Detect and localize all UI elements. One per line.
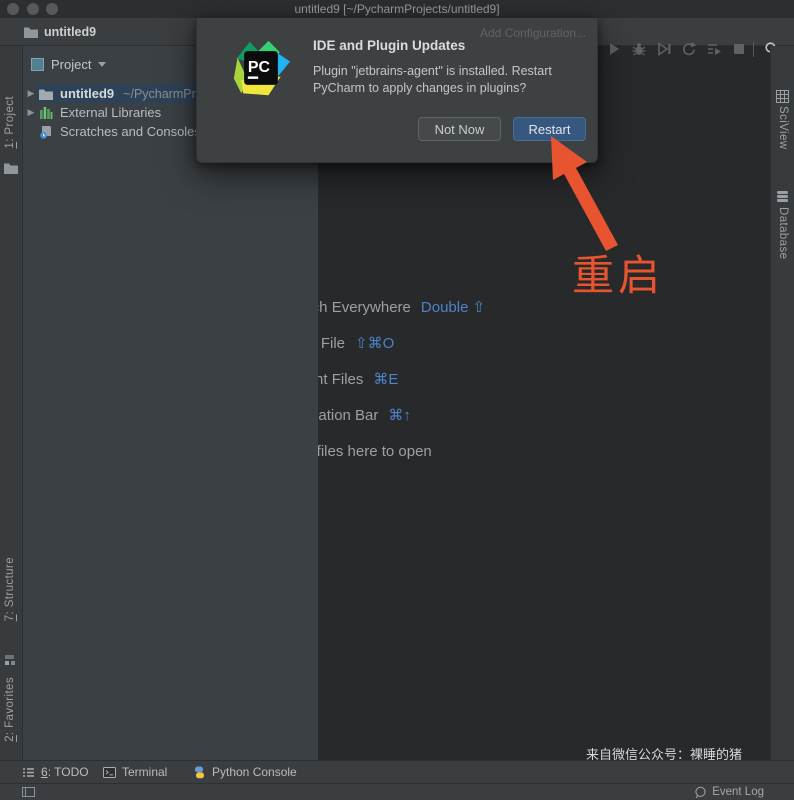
chevron-down-icon (98, 62, 106, 67)
logo-text: PC (248, 59, 271, 76)
breadcrumb[interactable]: untitled9 (24, 18, 96, 45)
sidebar-item-project[interactable]: 1: Project (4, 96, 16, 149)
stop-icon[interactable] (731, 41, 747, 57)
run-configuration-icon[interactable] (706, 41, 722, 57)
add-configuration-button[interactable]: Add Configuration... (480, 26, 586, 40)
breadcrumb-project-name: untitled9 (44, 25, 96, 39)
title-bar: untitled9 [~/PycharmProjects/untitled9] (0, 0, 794, 18)
terminal-button[interactable]: Terminal (103, 761, 167, 783)
debug-icon[interactable] (631, 41, 647, 57)
left-tool-window-bar: 1: Project 7: Structure 2: Favorites ★ (0, 46, 23, 760)
dialog-body-line1: Plugin "jetbrains-agent" is installed. R… (313, 64, 552, 78)
expand-arrow-icon[interactable]: ▶ (26, 88, 36, 99)
event-log-button[interactable]: Event Log (694, 784, 764, 800)
structure-icon[interactable] (4, 654, 17, 667)
python-console-button[interactable]: Python Console (193, 761, 297, 783)
sidebar-item-database[interactable]: Database (777, 207, 789, 259)
dialog-title: IDE and Plugin Updates (313, 38, 465, 53)
project-stripe-folder-icon[interactable] (4, 162, 18, 174)
restart-button[interactable]: Restart (513, 117, 586, 141)
profiler-icon[interactable] (681, 41, 697, 57)
database-icon[interactable] (776, 190, 789, 203)
sciview-grid-icon[interactable] (776, 90, 789, 103)
sidebar-item-favorites[interactable]: 2: Favorites (4, 677, 16, 742)
python-icon (193, 766, 206, 779)
todo-button[interactable]: 6: TODO (22, 761, 89, 783)
scratches-icon (39, 125, 53, 139)
run-coverage-icon[interactable] (656, 41, 672, 57)
project-pane-icon (31, 58, 44, 71)
sidebar-item-sciview[interactable]: SciView (777, 106, 789, 150)
annotation-label: 重启 (572, 242, 664, 303)
folder-icon (39, 88, 53, 100)
toolbar-separator (753, 42, 754, 57)
bottom-tool-bar: 6: TODO Terminal Python Console (0, 760, 794, 783)
external-libraries-icon (39, 106, 53, 119)
pycharm-logo: PC (231, 38, 291, 98)
terminal-icon (103, 766, 116, 779)
todo-icon (22, 766, 35, 779)
not-now-button[interactable]: Not Now (418, 117, 501, 141)
status-bar: Event Log (0, 783, 794, 800)
project-panel-title: Project (51, 57, 91, 72)
event-log-icon (694, 786, 707, 799)
window-title: untitled9 [~/PycharmProjects/untitled9] (0, 0, 794, 18)
run-icon[interactable] (606, 41, 622, 57)
sidebar-item-structure[interactable]: 7: Structure (4, 557, 16, 621)
folder-icon (24, 26, 38, 38)
expand-arrow-icon[interactable]: ▶ (26, 107, 36, 118)
dialog-body-line2: PyCharm to apply changes in plugins? (313, 81, 526, 95)
right-tool-window-bar: SciView Database (770, 46, 794, 760)
toolwindow-toggle-icon[interactable] (22, 786, 35, 798)
